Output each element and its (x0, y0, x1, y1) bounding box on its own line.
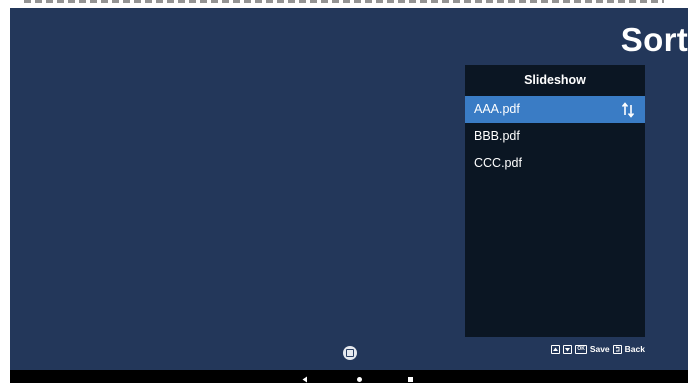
list-item-bbb[interactable]: BBB.pdf (465, 123, 645, 150)
list-item-label: BBB.pdf (474, 129, 520, 143)
file-list: AAA.pdf BBB.pdf CCC.pdf (465, 96, 645, 177)
key-hints: OK Save Back (551, 343, 645, 355)
panel-header: Slideshow (524, 73, 586, 87)
top-cropped-text (0, 0, 698, 8)
save-hint-label: Save (589, 344, 610, 354)
page-title: Sort (620, 21, 688, 58)
back-key-icon (612, 344, 622, 354)
back-hint-label: Back (624, 344, 645, 354)
cropped-text-strip (24, 0, 664, 3)
slideshow-panel: Slideshow AAA.pdf BBB.pdf CCC.pdf (465, 65, 645, 337)
list-item-aaa[interactable]: AAA.pdf (465, 96, 645, 123)
system-navigation-bar (10, 370, 688, 383)
list-item-label: CCC.pdf (474, 156, 522, 170)
list-item-label: AAA.pdf (474, 102, 520, 116)
sort-icon[interactable] (621, 100, 635, 119)
stop-square-icon (346, 349, 354, 357)
list-item-ccc[interactable]: CCC.pdf (465, 150, 645, 177)
ok-key-icon: OK (575, 344, 587, 354)
up-key-icon (551, 344, 561, 354)
nav-back-icon[interactable] (302, 376, 308, 383)
nav-home-icon[interactable] (357, 377, 362, 382)
nav-recent-icon[interactable] (408, 377, 413, 382)
floating-stop-button[interactable] (343, 346, 357, 360)
screen-left-margin (0, 0, 10, 383)
down-key-icon (563, 344, 573, 354)
